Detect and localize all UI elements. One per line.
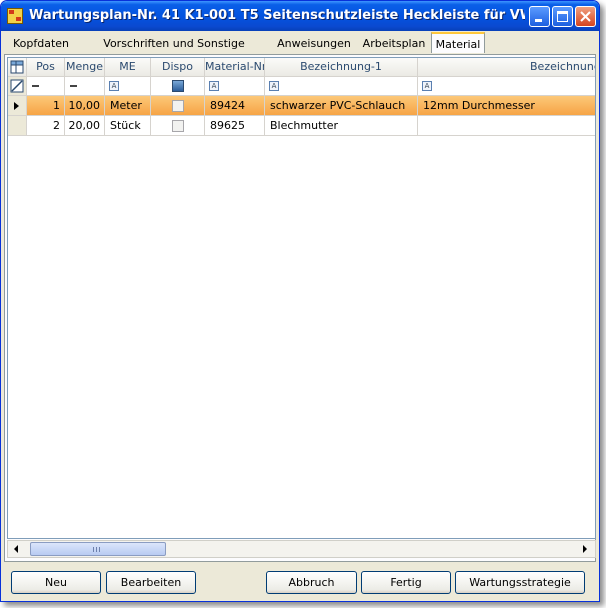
text-filter-icon: A [109, 81, 119, 91]
scroll-thumb[interactable] [30, 542, 166, 556]
checkbox-filter-icon [171, 80, 184, 92]
cell-me[interactable]: Stück [105, 116, 151, 136]
horizontal-scrollbar[interactable] [7, 540, 596, 558]
window-title: Wartungsplan-Nr. 41 K1-001 T5 Seitenschu… [29, 8, 525, 23]
new-button[interactable]: Neu [11, 571, 101, 594]
maximize-button[interactable] [552, 6, 573, 27]
cell-menge[interactable]: 20,00 [65, 116, 105, 136]
filter-clear-icon [10, 79, 24, 93]
close-icon [580, 11, 591, 22]
main-window: Wartungsplan-Nr. 41 K1-001 T5 Seitenschu… [0, 0, 600, 602]
column-header-me[interactable]: ME [105, 58, 151, 77]
text-filter-icon: A [269, 81, 279, 91]
cell-dispo[interactable] [151, 96, 205, 116]
filter-material-nr[interactable]: A [205, 77, 265, 96]
row-selector[interactable] [8, 116, 27, 136]
cell-me[interactable]: Meter [105, 96, 151, 116]
row-selector[interactable] [8, 96, 27, 116]
column-header-bezeichnung[interactable]: Bezeichnung [418, 58, 595, 77]
cell-material-nr[interactable]: 89424 [205, 96, 265, 116]
equals-operator-icon [70, 85, 77, 87]
column-chooser-icon [10, 60, 24, 74]
column-chooser-button[interactable] [8, 58, 27, 77]
column-header-bezeichnung-1[interactable]: Bezeichnung-1 [265, 58, 418, 77]
dispo-checkbox[interactable] [171, 100, 184, 112]
cell-material-nr[interactable]: 89625 [205, 116, 265, 136]
cell-bezeichnung-1[interactable]: schwarzer PVC-Schlauch [265, 96, 418, 116]
filter-bezeichnung-1[interactable]: A [265, 77, 418, 96]
maximize-icon [557, 11, 568, 22]
minimize-button[interactable] [529, 6, 550, 27]
cell-dispo[interactable] [151, 116, 205, 136]
column-header-menge[interactable]: Menge [65, 58, 105, 77]
tab-kopfdaten[interactable]: Kopfdaten [6, 34, 76, 53]
tab-material[interactable]: Material [431, 32, 485, 53]
minimize-icon [535, 19, 542, 22]
filter-clear-button[interactable] [8, 77, 27, 96]
tab-strip: Kopfdaten Vorschriften und Sonstige Hinw… [4, 32, 596, 69]
column-header-material-nr[interactable]: Material-Nr [205, 58, 265, 77]
title-bar[interactable]: Wartungsplan-Nr. 41 K1-001 T5 Seitenschu… [1, 1, 599, 31]
text-filter-icon: A [422, 81, 432, 91]
text-filter-icon: A [209, 81, 219, 91]
filter-me[interactable]: A [105, 77, 151, 96]
filter-bezeichnung[interactable]: A [418, 77, 595, 96]
cancel-button[interactable]: Abbruch [266, 571, 357, 594]
cell-bezeichnung[interactable] [418, 116, 595, 136]
cell-pos[interactable]: 2 [27, 116, 65, 136]
tab-vorschriften[interactable]: Vorschriften und Sonstige Hinweise [78, 34, 270, 69]
maintenance-strategy-button[interactable]: Wartungsstrategie [455, 571, 585, 594]
column-header-dispo[interactable]: Dispo [151, 58, 205, 77]
column-header-pos[interactable]: Pos [27, 58, 65, 77]
filter-dispo[interactable] [151, 77, 205, 96]
current-row-arrow-icon [14, 102, 19, 110]
dispo-checkbox[interactable] [171, 120, 184, 132]
equals-operator-icon [32, 85, 39, 87]
edit-button[interactable]: Bearbeiten [106, 571, 196, 594]
tab-anweisungen[interactable]: Anweisungen [272, 34, 356, 53]
cell-pos[interactable]: 1 [27, 96, 65, 116]
scroll-right-icon[interactable] [583, 545, 587, 553]
filter-menge[interactable] [65, 77, 105, 96]
tab-arbeitsplan[interactable]: Arbeitsplan [358, 34, 430, 53]
cell-bezeichnung[interactable]: 12mm Durchmesser [418, 96, 595, 116]
filter-pos[interactable] [27, 77, 65, 96]
scroll-left-icon[interactable] [14, 545, 18, 553]
cell-bezeichnung-1[interactable]: Blechmutter [265, 116, 418, 136]
app-icon[interactable] [7, 8, 23, 24]
done-button[interactable]: Fertig [361, 571, 451, 594]
close-button[interactable] [575, 6, 596, 27]
material-grid[interactable]: Pos Menge ME Dispo Material-Nr Bezeichnu… [7, 57, 596, 539]
cell-menge[interactable]: 10,00 [65, 96, 105, 116]
